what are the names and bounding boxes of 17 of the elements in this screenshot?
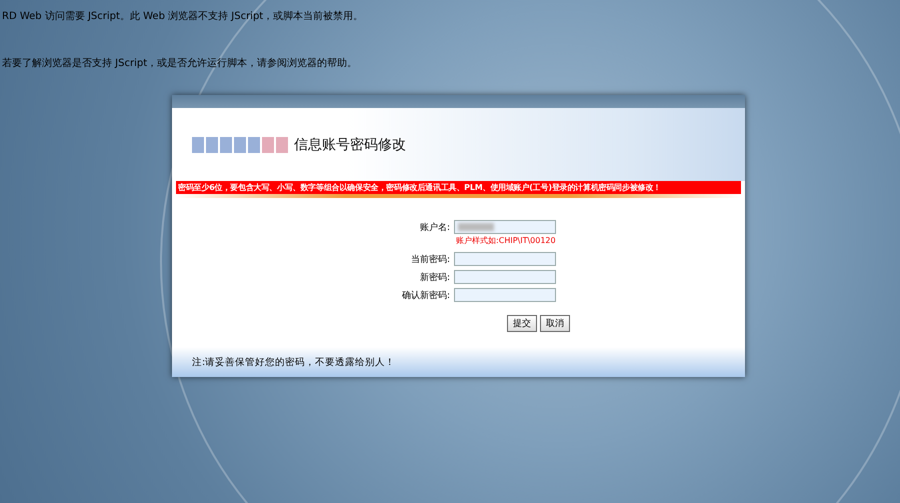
input-field[interactable] — [454, 270, 556, 284]
notice-text: RD Web 访问需要 JScript。此 Web 浏览器不支持 JScript，或脚本当前被禁用。 — [2, 10, 364, 23]
format-hint: 账户样式如:CHIP\IT\00120 — [456, 235, 556, 246]
notice-text: 若要了解浏览器是否支持 JScript，或是否允许运行脚本，请参阅浏览器的帮助。 — [2, 56, 358, 70]
field-label: 账户名: — [420, 222, 450, 234]
field-label: 新密码: — [420, 272, 450, 284]
field-label: 当前密码: — [411, 254, 450, 266]
warning-banner: 密码至少6位，要包含大写、小写、数字等组合以确保安全，密码修改后通讯工具、PLM、使用域账户(工号)登录的计算机密码同步被修改！ — [176, 181, 741, 194]
form-button[interactable]: 提交 — [507, 315, 537, 332]
redacted-text — [458, 223, 494, 231]
dialog-title: 信息账号密码修改 — [294, 136, 406, 154]
input-field[interactable] — [454, 252, 556, 266]
form-button[interactable]: 取消 — [540, 315, 570, 332]
field-label: 确认新密码: — [402, 290, 450, 302]
input-field[interactable] — [454, 220, 556, 234]
footer-note: 注:请妥善保管好您的密码，不要透露给别人！ — [192, 356, 396, 368]
input-field[interactable] — [454, 288, 556, 302]
